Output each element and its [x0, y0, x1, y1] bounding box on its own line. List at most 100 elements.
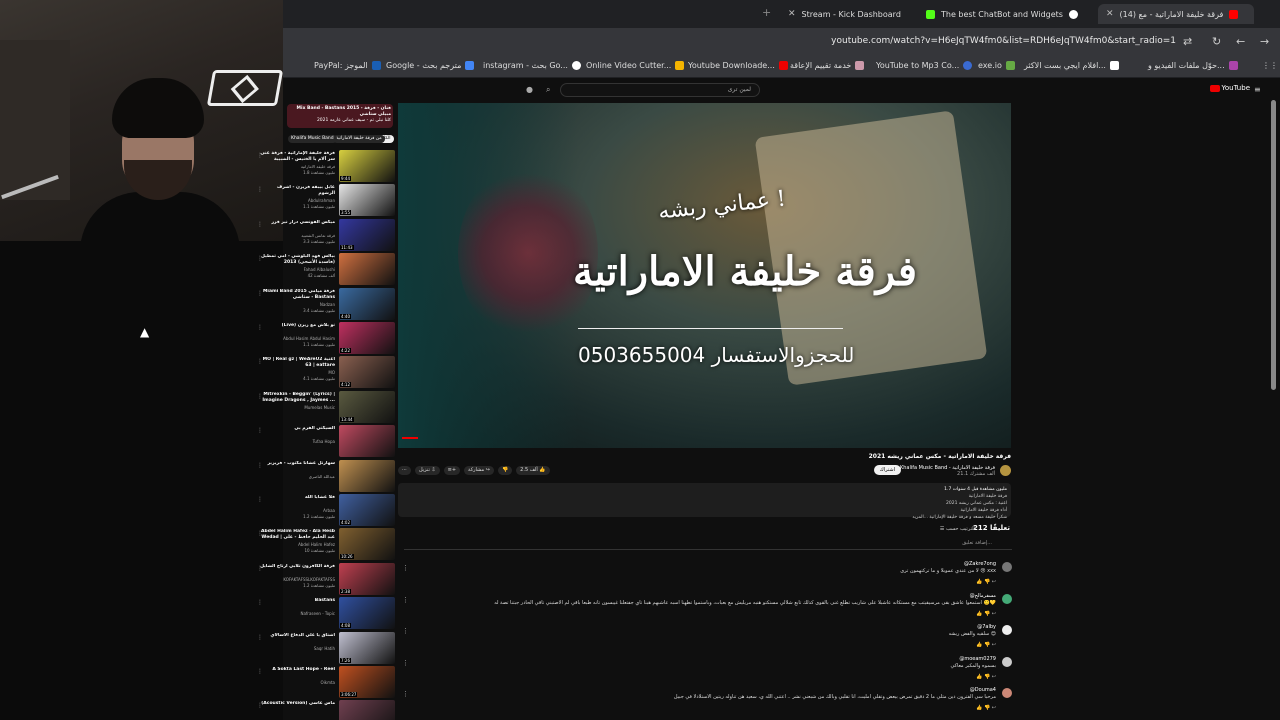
bookmark-item[interactable]: instagram - بحث Go... — [483, 61, 581, 70]
bookmark-item[interactable]: Google - مترجم بحث — [386, 61, 475, 70]
comment-author[interactable]: @7alby — [977, 624, 996, 630]
related-video-item[interactable]: 4:02 فلا عشابا الله Arbaa 1.2 مليون مشاهدة ⋮ — [255, 494, 395, 528]
video-thumbnail[interactable] — [339, 459, 395, 492]
youtube-logo[interactable]: YouTube — [1209, 84, 1250, 92]
related-video-item[interactable]: 7:26 اشتاق يا علي الدفاع الاسالاي Saqr Hat… — [255, 631, 395, 666]
related-video-title[interactable]: فلا عشابا الله — [259, 495, 335, 501]
reload-icon[interactable]: ↻ — [1212, 35, 1221, 48]
more-options-icon[interactable]: ⋮ — [257, 324, 263, 331]
more-options-icon[interactable]: ⋮ — [257, 462, 263, 469]
bookmark-item[interactable]: PayPal: الموجز — [314, 61, 381, 70]
related-video-title[interactable]: ميكس الفونسي درار نيز قرز — [259, 220, 335, 226]
video-thumbnail[interactable]: 4:08 — [339, 597, 395, 630]
close-icon[interactable]: ✕ — [788, 9, 796, 19]
video-thumbnail[interactable]: 11:43 — [339, 218, 395, 251]
search-icon[interactable]: ⌕ — [546, 85, 550, 95]
comment-menu-icon[interactable]: ⋮ — [402, 690, 409, 698]
comment-author[interactable]: @Zakre7ong — [964, 561, 996, 567]
bookmark-item[interactable]: exe.io — [978, 61, 1015, 70]
more-options-icon[interactable]: ⋮ — [257, 358, 263, 365]
add-comment-input[interactable]: إضافة تعليق... — [404, 540, 1012, 550]
related-video-item[interactable]: 11:43 ميكس الفونسي درار نيز قرز فرقة نعانس… — [255, 218, 395, 253]
related-video-item[interactable]: 2:38 فرقة الكافرون تلابي ارتاح الشايل KOFA… — [255, 562, 395, 597]
more-actions-button[interactable]: ⋯ — [398, 466, 411, 475]
more-options-icon[interactable]: ⋮ — [257, 186, 263, 193]
channel-avatar[interactable] — [1000, 465, 1011, 476]
bookmark-item[interactable]: YouTube to Mp3 Co... — [876, 61, 973, 70]
related-video-title[interactable]: (Acoustic Version) ماس عاسي — [259, 701, 335, 707]
related-video-title[interactable]: سهارتل عشانا مكتوب - فريزيز — [259, 461, 335, 467]
related-video-item[interactable]: بيالس فهد البلوشي - أمي تمطيل (فاسدة الأ… — [255, 253, 395, 287]
related-video-item[interactable]: 4:08 Bastans Nafraseen - Topic ⋮ — [255, 597, 395, 631]
related-video-title[interactable]: السيكتي الفرم بي — [259, 426, 335, 432]
related-video-item[interactable]: 4:40 Miami Band 2015 فرقة ميامي ستاشي - B… — [255, 287, 395, 322]
tab-kick-dashboard[interactable]: ✕ Stream - Kick Dashboard — [780, 4, 910, 24]
related-video-title[interactable]: Miami Band 2015 فرقة ميامي ستاشي - Basta… — [259, 289, 335, 301]
more-options-icon[interactable]: ⋮ — [257, 255, 263, 262]
related-video-title[interactable]: Bastans — [259, 598, 335, 604]
tab-chatbot[interactable]: The best ChatBot and Widgets — [918, 4, 1094, 24]
menu-icon[interactable]: ≡ — [1254, 85, 1261, 94]
download-button[interactable]: تنزيل ⇩ — [415, 466, 440, 475]
sort-comments-button[interactable]: ☰ الترتيب حسب — [940, 526, 975, 532]
comment-actions[interactable]: 👍 👎 ↩ — [976, 642, 996, 648]
bookmark-item[interactable]: Online Video Cutter... — [586, 61, 685, 70]
more-options-icon[interactable]: ⋮ — [257, 152, 263, 159]
more-options-icon[interactable]: ⋮ — [257, 530, 263, 537]
more-options-icon[interactable]: ⋮ — [257, 427, 263, 434]
save-button[interactable]: ≡+ — [443, 466, 461, 475]
related-video-title[interactable]: (Live) نو بلاش مع زيرن — [259, 323, 335, 329]
comment-actions[interactable]: 👍 👎 ↩ — [976, 579, 996, 585]
video-thumbnail[interactable]: 9:44 — [339, 150, 395, 182]
bookmark-item[interactable]: خدمة تقييم الإعاقة — [790, 61, 865, 70]
related-video-title[interactable]: فرقة الكافرون تلابي ارتاح الشايل — [259, 564, 335, 570]
like-button[interactable]: 2.5 ألف 👍 — [516, 466, 550, 475]
video-thumbnail[interactable] — [339, 700, 395, 720]
comment-author[interactable]: @moeam0279 — [959, 656, 996, 662]
comment-author[interactable]: @Douma4 — [970, 687, 996, 693]
comment-menu-icon[interactable]: ⋮ — [402, 627, 409, 635]
video-thumbnail[interactable]: 3:55 — [339, 184, 395, 217]
video-player[interactable]: عماني ربشه ! فرقة خليفة الاماراتية للحجز… — [398, 103, 1011, 448]
related-video-item[interactable]: 3:55 عابل بيبقه فزيزن - أشرف الرشوم Abdulr… — [255, 184, 395, 218]
video-thumbnail[interactable]: 3:06:27 — [339, 666, 395, 698]
tab-youtube-active[interactable]: ✕ (14) فرقة خليفة الاماراتية - مع — [1098, 4, 1254, 24]
related-video-title[interactable]: فرقة خليفة الإماراتية - فرقة غنى سر آلام… — [259, 151, 335, 163]
new-tab-button[interactable]: + — [762, 6, 771, 19]
related-video-item[interactable]: 9:44 فرقة خليفة الإماراتية - فرقة غنى سر … — [255, 150, 395, 184]
bookmark-item[interactable]: افلام ايجي بست الاكثر... — [1024, 61, 1119, 70]
related-video-item[interactable]: 4:12 MO | Real gz | WeAreU2 اغنية 63 | ea… — [255, 356, 395, 390]
more-options-icon[interactable]: ⋮ — [257, 702, 263, 709]
video-thumbnail[interactable]: 4:02 — [339, 494, 395, 526]
related-video-item[interactable]: السيكتي الفرم بي Tufaa Hopa ⋮ — [255, 425, 395, 459]
related-video-title[interactable]: بيالس فهد البلوشي - أمي تمطيل (فاسدة الأ… — [259, 254, 335, 266]
comment-menu-icon[interactable]: ⋮ — [402, 596, 409, 604]
comment-menu-icon[interactable]: ⋮ — [402, 659, 409, 667]
chip-from-channel[interactable]: من فرقة خليفة الاماراتية — [333, 135, 385, 143]
page-scrollbar[interactable] — [1271, 100, 1276, 390]
comment-author[interactable]: @مسفرمالح — [970, 593, 996, 599]
bookmark-item[interactable]: Youtube Downloade... — [688, 61, 788, 70]
video-thumbnail[interactable]: 4:40 — [339, 287, 395, 320]
video-thumbnail[interactable] — [339, 253, 395, 286]
related-video-title[interactable]: Abdel Halim Hafez - Ala Hesb Wedad | عبد… — [259, 529, 335, 541]
chip-related[interactable]: Khalifa Music Band — [288, 135, 337, 143]
forward-icon[interactable]: → — [1260, 35, 1269, 48]
video-progress-bar[interactable] — [402, 437, 418, 439]
share-button[interactable]: مشاركة ↪ — [464, 466, 494, 475]
related-video-title[interactable]: Mitrexkin - Beggin' (Lyrics) | Imagine D… — [259, 392, 335, 404]
more-options-icon[interactable]: ⋮ — [257, 221, 263, 228]
related-video-item[interactable]: 13:44 Mitrexkin - Beggin' (Lyrics) | Imag… — [255, 390, 395, 425]
comment-menu-icon[interactable]: ⋮ — [402, 564, 409, 572]
related-video-item[interactable]: 4:22 (Live) نو بلاش مع زيرن Abdul Hasim Ab… — [255, 322, 395, 356]
back-icon[interactable]: ← — [1236, 35, 1245, 48]
more-options-icon[interactable]: ⋮ — [257, 668, 263, 675]
comment-avatar[interactable] — [1002, 594, 1012, 604]
url-field[interactable]: youtube.com/watch?v=H6eJqTW4fm0&list=RDH… — [831, 36, 1176, 46]
close-icon[interactable]: ✕ — [1106, 9, 1114, 19]
related-video-title[interactable]: A Sokta Last Hope - Reel — [259, 667, 335, 673]
dislike-button[interactable]: 👎 — [497, 466, 513, 475]
bookmark-item[interactable]: حوّل ملفات الفيديو و... — [1148, 61, 1238, 70]
comment-avatar[interactable] — [1002, 688, 1012, 698]
video-thumbnail[interactable]: 7:26 — [339, 631, 395, 664]
